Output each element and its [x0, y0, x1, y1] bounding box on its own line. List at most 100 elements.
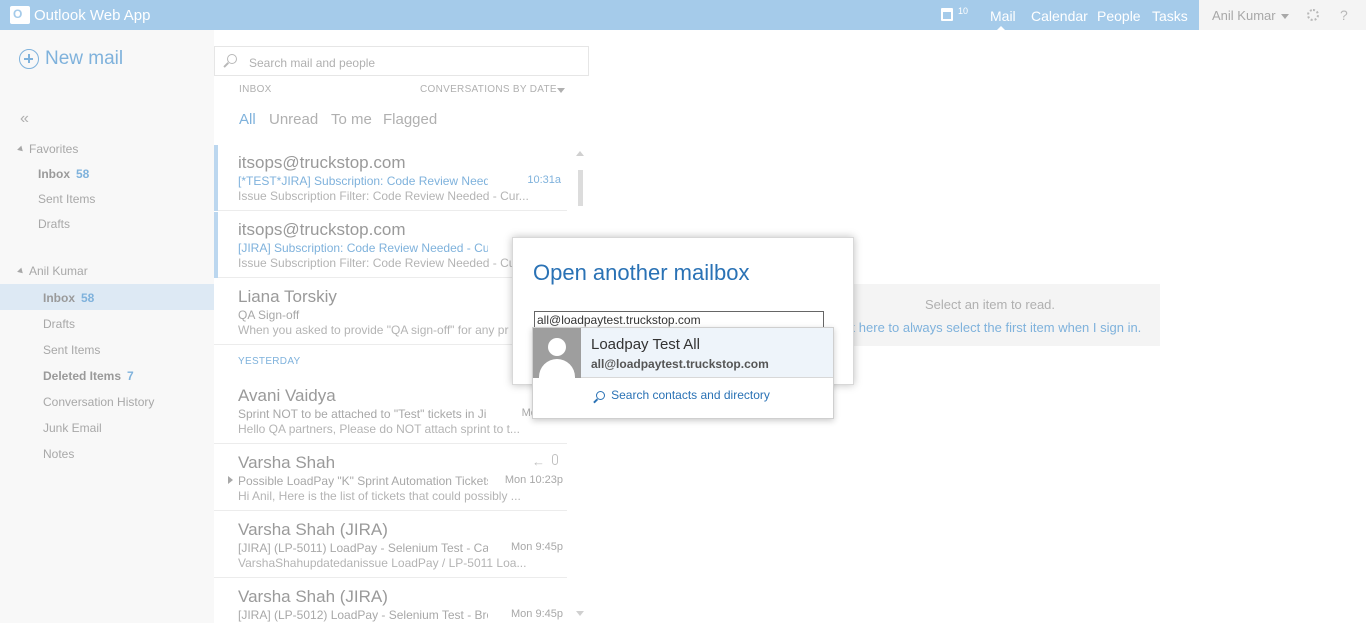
expand-conversation-icon[interactable] — [228, 476, 233, 484]
account-header[interactable]: Anil Kumar — [17, 264, 88, 278]
message-sender: itsops@truckstop.com — [238, 153, 406, 172]
filter-unread[interactable]: Unread — [269, 111, 318, 128]
folder-notes[interactable]: Notes — [43, 447, 74, 461]
outlook-logo-icon: O — [10, 6, 30, 24]
folder-label: Junk Email — [43, 421, 102, 435]
help-icon[interactable]: ? — [1340, 7, 1348, 23]
user-menu[interactable]: Anil Kumar — [1212, 8, 1276, 23]
scroll-up-icon[interactable] — [576, 151, 584, 156]
unread-count: 58 — [81, 291, 95, 305]
reply-arrow-icon: ← — [532, 454, 545, 469]
message-sender: itsops@truckstop.com — [238, 220, 406, 239]
favorite-inbox[interactable]: Inbox 58 — [38, 167, 89, 181]
expand-triangle-icon — [17, 267, 25, 276]
folder-deleted-items[interactable]: Deleted Items 7 — [43, 369, 134, 383]
folder-label: Sent Items — [43, 343, 101, 357]
folder-sent-items[interactable]: Sent Items — [43, 343, 100, 357]
plus-circle-icon — [19, 49, 39, 69]
filter-flagged[interactable]: Flagged — [383, 111, 437, 128]
search-icon — [596, 391, 606, 400]
message-subject: [JIRA] (LP-5012) LoadPay - Selenium Test… — [238, 608, 488, 622]
folder-junk-email[interactable]: Junk Email — [43, 421, 102, 435]
account-label: Anil Kumar — [29, 264, 88, 278]
attachment-icon — [552, 454, 558, 465]
message-preview: Issue Subscription Filter: Code Review N… — [238, 189, 528, 203]
chevron-down-icon[interactable] — [557, 88, 565, 93]
dialog-title: Open another mailbox — [533, 260, 750, 285]
message-sender: Varsha Shah — [238, 453, 336, 472]
folder-label: Inbox — [43, 291, 75, 305]
message-time: Mon 9:45p — [511, 541, 563, 553]
folder-conversation-history[interactable]: Conversation History — [43, 395, 154, 409]
nav-tasks[interactable]: Tasks — [1152, 8, 1188, 24]
folder-label: Deleted Items — [43, 369, 122, 383]
folder-label: Drafts — [38, 217, 71, 231]
always-select-first-link[interactable]: k here to always select the first item w… — [820, 320, 1160, 335]
top-bar: O Outlook Web App 10 Mail Calendar Peopl… — [0, 0, 1366, 30]
nav-calendar[interactable]: Calendar — [1031, 8, 1088, 24]
outlook-window: O Outlook Web App 10 Mail Calendar Peopl… — [0, 0, 1366, 623]
user-area: Anil Kumar ? — [1199, 0, 1366, 30]
unread-count: 58 — [76, 167, 90, 181]
reading-pane-message: Select an item to read. — [924, 297, 1056, 312]
folder-inbox[interactable]: Inbox 58 — [43, 291, 94, 305]
selected-folder-highlight — [0, 284, 214, 310]
search-directory-link[interactable]: Search contacts and directory — [533, 388, 833, 402]
search-icon — [227, 54, 237, 64]
message-subject: [*TEST*JIRA] Subscription: Code Review N… — [238, 174, 488, 188]
folder-label: Notes — [43, 447, 75, 461]
search-input[interactable]: Search mail and people — [249, 56, 375, 70]
nav-mail[interactable]: Mail — [990, 8, 1016, 24]
folder-pane: New mail « Favorites Inbox 58 Sent Items … — [0, 30, 214, 623]
unread-count: 7 — [127, 369, 134, 383]
message-item[interactable]: Varsha Shah (JIRA) [JIRA] (LP-5012) Load… — [214, 579, 567, 623]
message-sender: Liana Torskiy — [238, 287, 337, 306]
message-preview: When you asked to provide "QA sign-off" … — [238, 323, 509, 337]
folder-title: INBOX — [239, 84, 272, 95]
message-item[interactable]: Avani Vaidya Sprint NOT to be attached t… — [214, 378, 567, 444]
suggestion-name: Loadpay Test All — [591, 336, 700, 353]
message-preview: Hi Anil, Here is the list of tickets tha… — [238, 489, 521, 503]
folder-drafts[interactable]: Drafts — [43, 317, 75, 331]
app-brand[interactable]: O Outlook Web App — [10, 5, 150, 25]
search-box[interactable]: Search mail and people — [214, 46, 589, 76]
gear-icon[interactable] — [1307, 9, 1319, 21]
favorites-label: Favorites — [29, 142, 79, 156]
suggestion-item[interactable]: Loadpay Test All all@loadpaytest.truckst… — [533, 328, 833, 378]
collapse-pane-icon[interactable]: « — [20, 110, 29, 128]
nav-selected-indicator — [997, 26, 1005, 30]
favorite-drafts[interactable]: Drafts — [38, 217, 70, 231]
message-subject: QA Sign-off — [238, 308, 300, 322]
reminder-count: 10 — [958, 6, 969, 16]
date-group-header: YESTERDAY — [238, 356, 301, 367]
expand-triangle-icon — [17, 145, 25, 154]
person-avatar-icon — [533, 328, 581, 378]
message-subject: [JIRA] (LP-5011) LoadPay - Selenium Test… — [238, 541, 488, 555]
filter-all[interactable]: All — [239, 111, 256, 128]
message-subject: Sprint NOT to be attached to "Test" tick… — [238, 407, 487, 421]
scroll-down-icon[interactable] — [576, 611, 584, 616]
message-item[interactable]: Varsha Shah (JIRA) [JIRA] (LP-5011) Load… — [214, 512, 567, 578]
message-item[interactable]: Varsha Shah ← Possible LoadPay "K" Sprin… — [214, 445, 567, 511]
folder-label: Drafts — [43, 317, 76, 331]
scrollbar-thumb[interactable] — [578, 170, 583, 206]
message-subject: [JIRA] Subscription: Code Review Needed … — [238, 241, 488, 255]
new-mail-button[interactable]: New mail — [19, 48, 123, 70]
message-sender: Avani Vaidya — [238, 386, 336, 405]
favorite-sent-items[interactable]: Sent Items — [38, 192, 95, 206]
calendar-reminder-icon[interactable] — [941, 8, 953, 21]
nav-people[interactable]: People — [1097, 8, 1141, 24]
sort-dropdown[interactable]: CONVERSATIONS BY DATE — [420, 84, 557, 95]
suggestion-email: all@loadpaytest.truckstop.com — [591, 357, 769, 371]
message-time: Mon 9:45p — [511, 608, 563, 620]
message-preview: Hello QA partners, Please do NOT attach … — [238, 422, 520, 436]
message-item[interactable]: itsops@truckstop.com [*TEST*JIRA] Subscr… — [214, 145, 567, 211]
message-time: 10:31a — [527, 174, 561, 186]
reading-pane-placeholder: Select an item to read. k here to always… — [820, 284, 1160, 346]
filter-to-me[interactable]: To me — [331, 111, 372, 128]
chevron-down-icon[interactable] — [1281, 14, 1289, 19]
folder-label: Sent Items — [38, 192, 96, 206]
app-title: Outlook Web App — [34, 6, 151, 24]
message-subject: Possible LoadPay "K" Sprint Automation T… — [238, 474, 488, 488]
favorites-header[interactable]: Favorites — [17, 142, 79, 156]
